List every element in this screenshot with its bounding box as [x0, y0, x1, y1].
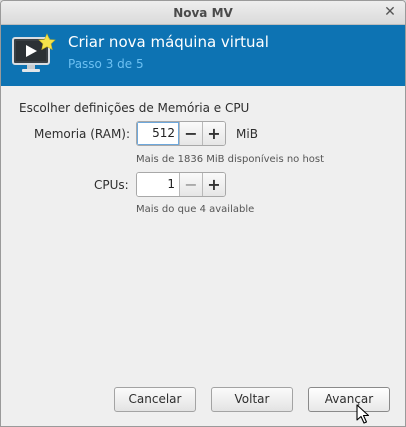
cpus-label: CPUs: — [94, 178, 129, 192]
memory-increase-button[interactable]: + — [202, 122, 225, 145]
wizard-heading: Criar nova máquina virtual — [68, 33, 269, 51]
memory-input[interactable]: 512 — [137, 122, 179, 145]
mouse-pointer-icon — [356, 404, 370, 424]
window-title: Nova MV — [173, 6, 233, 20]
vm-new-icon — [12, 33, 56, 72]
memory-unit: MiB — [236, 127, 258, 141]
memory-spinbutton: 512 − + — [136, 121, 226, 146]
wizard-step: Passo 3 de 5 — [68, 57, 144, 71]
memory-label: Memoria (RAM): — [34, 127, 131, 141]
memory-decrease-button[interactable]: − — [179, 122, 202, 145]
memory-hint: Mais de 1836 MiB disponíveis no host — [136, 154, 325, 165]
new-vm-dialog: Nova MV ✕ Criar nova máquina virtual Pas… — [0, 0, 406, 427]
cpus-spinbutton: 1 − + — [136, 172, 226, 197]
cpus-increase-button[interactable]: + — [202, 173, 225, 196]
cancel-button[interactable]: Cancelar — [114, 387, 196, 412]
cpus-decrease-button[interactable]: − — [179, 173, 202, 196]
forward-button[interactable]: Avançar — [308, 387, 390, 412]
section-label: Escolher definições de Memória e CPU — [19, 101, 250, 115]
close-icon[interactable]: ✕ — [383, 5, 397, 19]
cpus-input[interactable]: 1 — [137, 173, 179, 196]
title-bar[interactable]: Nova MV ✕ — [1, 1, 405, 25]
back-button[interactable]: Voltar — [211, 387, 293, 412]
cpus-hint: Mais do que 4 available — [136, 204, 255, 215]
header-banner: Criar nova máquina virtual Passo 3 de 5 — [1, 25, 405, 86]
